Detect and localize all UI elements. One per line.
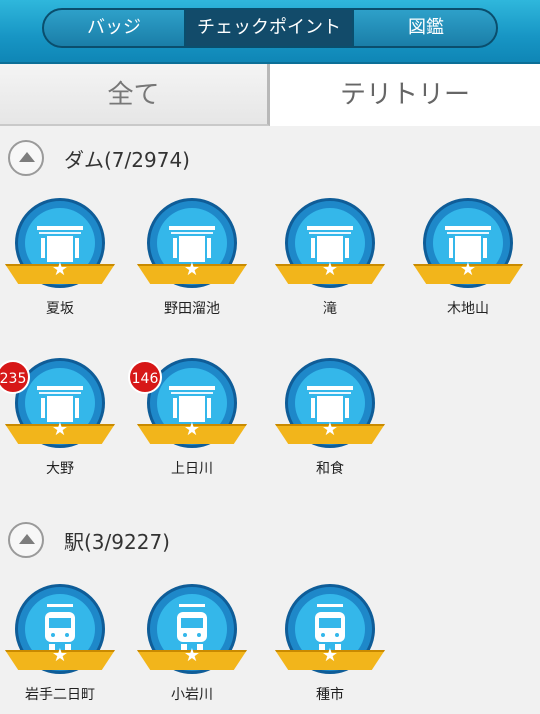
- badge-dam[interactable]: ★ 146 上日川: [128, 358, 252, 488]
- star-icon: ★: [183, 259, 201, 280]
- star-icon: ★: [459, 259, 477, 280]
- star-icon: ★: [51, 645, 69, 666]
- badge-dam[interactable]: ★ 野田溜池: [132, 198, 252, 328]
- star-icon: ★: [183, 645, 201, 666]
- star-icon: ★: [51, 419, 69, 440]
- checkpoint-name: 木地山: [447, 301, 489, 317]
- star-icon: ★: [321, 259, 339, 280]
- chevron-up-icon[interactable]: [8, 140, 44, 176]
- badge-station[interactable]: ★ 岩手二日町: [0, 584, 120, 714]
- checkpoint-name: 岩手二日町: [25, 687, 95, 703]
- checkpoint-name: 上日川: [171, 461, 213, 477]
- section-title-station: 駅(3/9227): [64, 530, 170, 554]
- checkpoint-name: 夏坂: [46, 301, 74, 317]
- checkpoint-name: 大野: [46, 461, 74, 477]
- badge-dam[interactable]: ★ 和食: [270, 358, 390, 488]
- star-icon: ★: [321, 645, 339, 666]
- app-header: バッジ チェックポイント 図鑑: [0, 0, 540, 64]
- visit-count-badge: 146: [128, 360, 162, 394]
- section-title-dam: ダム(7/2974): [64, 148, 190, 172]
- checkpoint-name: 和食: [316, 461, 344, 477]
- tab-territory[interactable]: テリトリー: [270, 64, 540, 126]
- tab-all[interactable]: 全て: [0, 64, 270, 126]
- badge-dam[interactable]: ★ 235 大野: [0, 358, 120, 488]
- badge-dam[interactable]: ★ 木地山: [408, 198, 528, 328]
- checkpoint-name: 種市: [316, 687, 344, 703]
- checkpoint-name: 野田溜池: [164, 301, 220, 317]
- chevron-up-icon[interactable]: [8, 522, 44, 558]
- badge-station[interactable]: ★ 種市: [270, 584, 390, 714]
- badge-station[interactable]: ★ 小岩川: [132, 584, 252, 714]
- checkpoint-name: 小岩川: [171, 687, 213, 703]
- star-icon: ★: [321, 419, 339, 440]
- filter-tabs: 全て テリトリー: [0, 64, 540, 126]
- checkpoint-segmented-control: バッジ チェックポイント 図鑑: [42, 8, 498, 48]
- segment-encyclopedia[interactable]: 図鑑: [354, 10, 496, 46]
- star-icon: ★: [51, 259, 69, 280]
- checkpoint-name: 滝: [323, 301, 337, 317]
- star-icon: ★: [183, 419, 201, 440]
- badge-dam[interactable]: ★ 滝: [270, 198, 390, 328]
- segment-badge[interactable]: バッジ: [44, 10, 186, 46]
- segment-checkpoint[interactable]: チェックポイント: [186, 10, 354, 46]
- badge-dam[interactable]: ★ 夏坂: [0, 198, 120, 328]
